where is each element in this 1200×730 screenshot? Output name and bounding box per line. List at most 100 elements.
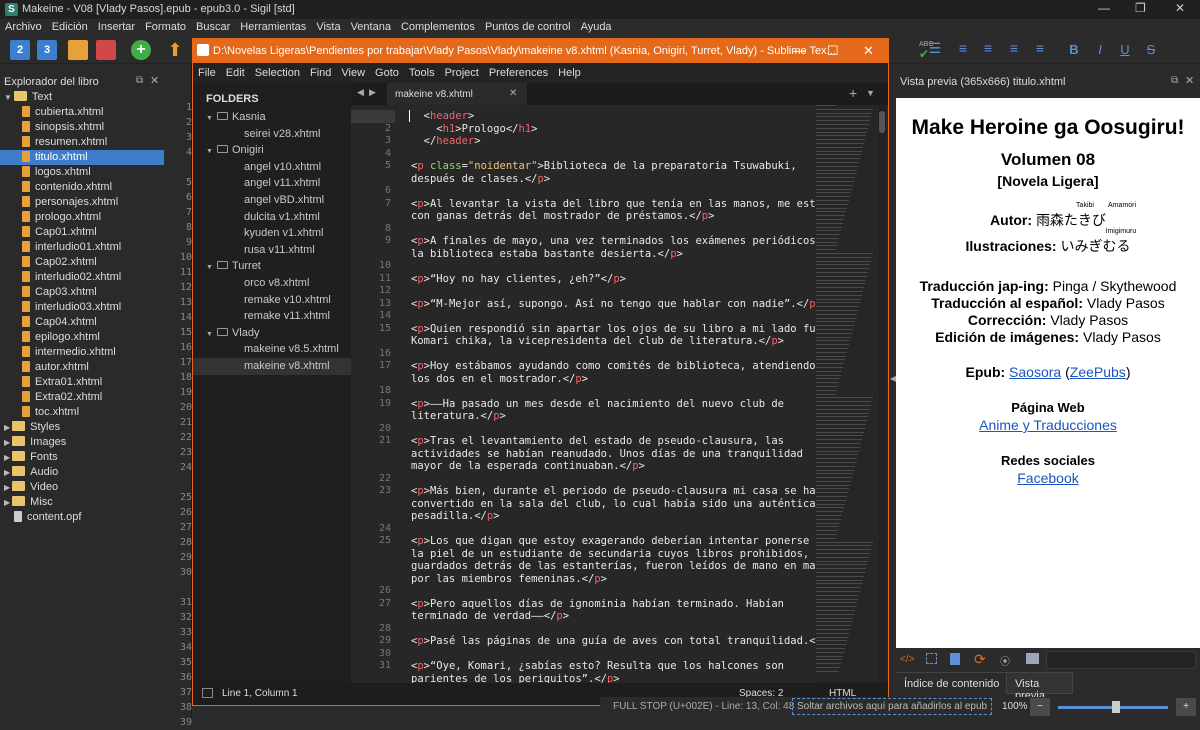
sidebar-file[interactable]: kyuden v1.xhtml <box>193 225 351 242</box>
sidebar-file[interactable]: angel v10.xhtml <box>193 159 351 176</box>
tab-prev-icon[interactable]: ◀ <box>357 87 364 98</box>
sb-menu-project[interactable]: Project <box>440 63 484 83</box>
tree-file-interludio01-xhtml[interactable]: interludio01.xhtml <box>0 240 164 255</box>
tree-file-prologo-xhtml[interactable]: prologo.xhtml <box>0 210 164 225</box>
sb-menu-file[interactable]: File <box>193 63 221 83</box>
new-tab-icon[interactable]: + <box>849 85 857 101</box>
tree-file-titulo-xhtml[interactable]: titulo.xhtml <box>0 150 164 165</box>
refresh-icon[interactable]: ⟳ <box>974 651 986 668</box>
sidebar-file[interactable]: dulcita v1.xhtml <box>193 209 351 226</box>
menu-puntos-de-control[interactable]: Puntos de control <box>480 19 576 35</box>
sidebar-file[interactable]: angel v11.xhtml <box>193 175 351 192</box>
sidebar-file[interactable]: seirei v28.xhtml <box>193 126 351 143</box>
panel-float-icon[interactable]: ⧉ <box>136 75 143 86</box>
tree-file-opf[interactable]: content.opf <box>0 510 164 525</box>
web-link[interactable]: Anime y Traducciones <box>979 417 1117 433</box>
tree-file-cap03-xhtml[interactable]: Cap03.xhtml <box>0 285 164 300</box>
tree-file-personajes-xhtml[interactable]: personajes.xhtml <box>0 195 164 210</box>
menu-edicion[interactable]: Edición <box>47 19 93 35</box>
tree-file-cap04-xhtml[interactable]: Cap04.xhtml <box>0 315 164 330</box>
zoom-slider-handle[interactable] <box>1112 701 1120 713</box>
tree-folder-text[interactable]: ▼ Text <box>0 90 164 105</box>
epub2-new-icon[interactable]: 2 <box>10 40 30 60</box>
tree-folder-audio[interactable]: ▶ Audio <box>0 465 164 480</box>
menu-archivo[interactable]: Archivo <box>0 19 47 35</box>
vertical-scrollbar[interactable] <box>878 105 886 683</box>
align-center-icon[interactable]: ≡ <box>978 40 998 60</box>
tree-file-sinopsis-xhtml[interactable]: sinopsis.xhtml <box>0 120 164 135</box>
sidebar-folder[interactable]: ▼ Onigiri <box>193 142 351 159</box>
tree-file-intermedio-xhtml[interactable]: intermedio.xhtml <box>0 345 164 360</box>
inspect-icon[interactable]: ⦿ <box>1000 653 1010 668</box>
add-file-icon[interactable]: + <box>131 40 151 60</box>
drop-zone[interactable]: Soltar archivos aquí para añadirlos al e… <box>792 698 993 715</box>
zoom-in-button[interactable]: + <box>1176 698 1196 716</box>
sidebar-file[interactable]: remake v10.xhtml <box>193 292 351 309</box>
sidebar-file[interactable]: angel vBD.xhtml <box>193 192 351 209</box>
align-right-icon[interactable]: ≡ <box>1004 40 1024 60</box>
sidebar-folder[interactable]: ▼ Kasnia <box>193 109 351 126</box>
bold-icon[interactable]: B <box>1064 40 1084 60</box>
tab-next-icon[interactable]: ▶ <box>369 87 376 98</box>
tab-vista-previa[interactable]: Vista previa <box>1006 672 1073 702</box>
tree-folder-styles[interactable]: ▶ Styles <box>0 420 164 435</box>
sidebar-file[interactable]: makeine v8.xhtml <box>193 358 351 375</box>
menu-complementos[interactable]: Complementos <box>396 19 480 35</box>
sidebar-toggle-icon[interactable] <box>202 688 213 698</box>
sublime-minimize-icon[interactable]: — <box>793 43 806 58</box>
tree-folder-video[interactable]: ▶ Video <box>0 480 164 495</box>
sidebar-file[interactable]: rusa v11.xhtml <box>193 242 351 259</box>
strikethrough-icon[interactable]: S <box>1141 40 1161 60</box>
menu-insertar[interactable]: Insertar <box>93 19 140 35</box>
tree-file-epilogo-xhtml[interactable]: epilogo.xhtml <box>0 330 164 345</box>
italic-icon[interactable]: I <box>1090 40 1110 60</box>
menu-buscar[interactable]: Buscar <box>191 19 235 35</box>
zeepubs-link[interactable]: ZeePubs <box>1070 364 1126 380</box>
code-icon[interactable]: </> <box>900 654 914 665</box>
sb-menu-find[interactable]: Find <box>305 63 336 83</box>
underline-icon[interactable]: U <box>1115 40 1135 60</box>
tree-file-autor-xhtml[interactable]: autor.xhtml <box>0 360 164 375</box>
tree-file-logos-xhtml[interactable]: logos.xhtml <box>0 165 164 180</box>
sb-menu-tools[interactable]: Tools <box>404 63 440 83</box>
tree-file-toc-xhtml[interactable]: toc.xhtml <box>0 405 164 420</box>
sidebar-file[interactable]: remake v11.xhtml <box>193 308 351 325</box>
menu-formato[interactable]: Formato <box>140 19 191 35</box>
tree-folder-fonts[interactable]: ▶ Fonts <box>0 450 164 465</box>
sublime-maximize-icon[interactable]: ☐ <box>827 43 839 59</box>
sb-menu-goto[interactable]: Goto <box>370 63 404 83</box>
close-icon[interactable]: ✕ <box>1175 1 1185 15</box>
saosora-link[interactable]: Saosora <box>1009 364 1061 380</box>
tab-toc[interactable]: Índice de contenido <box>896 672 1009 694</box>
tab-close-icon[interactable]: ✕ <box>509 88 517 99</box>
tree-file-interludio02-xhtml[interactable]: interludio02.xhtml <box>0 270 164 285</box>
save-icon[interactable] <box>96 40 116 60</box>
tree-folder-misc[interactable]: ▶ Misc <box>0 495 164 510</box>
sb-menu-edit[interactable]: Edit <box>221 63 250 83</box>
sb-menu-selection[interactable]: Selection <box>250 63 305 83</box>
zoom-out-button[interactable]: − <box>1030 698 1050 716</box>
sublime-close-icon[interactable]: ✕ <box>863 43 874 59</box>
arrow-up-icon[interactable]: ⬆ <box>165 40 185 60</box>
align-justify-left-icon[interactable]: ≡ <box>953 40 973 60</box>
tree-file-cubierta-xhtml[interactable]: cubierta.xhtml <box>0 105 164 120</box>
sidebar-folder[interactable]: ▼ Turret <box>193 258 351 275</box>
copy-icon[interactable] <box>950 653 960 665</box>
menu-ayuda[interactable]: Ayuda <box>576 19 617 35</box>
minimize-icon[interactable]: — <box>1098 1 1110 15</box>
tree-file-cap02-xhtml[interactable]: Cap02.xhtml <box>0 255 164 270</box>
facebook-link[interactable]: Facebook <box>1017 470 1078 486</box>
tree-file-resumen-xhtml[interactable]: resumen.xhtml <box>0 135 164 150</box>
tree-file-extra02-xhtml[interactable]: Extra02.xhtml <box>0 390 164 405</box>
restore-icon[interactable]: ❐ <box>1135 1 1146 15</box>
menu-ventana[interactable]: Ventana <box>346 19 396 35</box>
sb-menu-help[interactable]: Help <box>553 63 586 83</box>
preview-close-icon[interactable]: ✕ <box>1185 74 1194 87</box>
tab-list-icon[interactable]: ▼ <box>866 88 875 98</box>
sb-menu-preferences[interactable]: Preferences <box>484 63 553 83</box>
menu-vista[interactable]: Vista <box>311 19 345 35</box>
print-icon[interactable] <box>1026 653 1039 664</box>
sb-menu-view[interactable]: View <box>336 63 370 83</box>
panel-close-icon[interactable]: ✕ <box>150 74 159 87</box>
epub3-new-icon[interactable]: 3 <box>37 40 57 60</box>
